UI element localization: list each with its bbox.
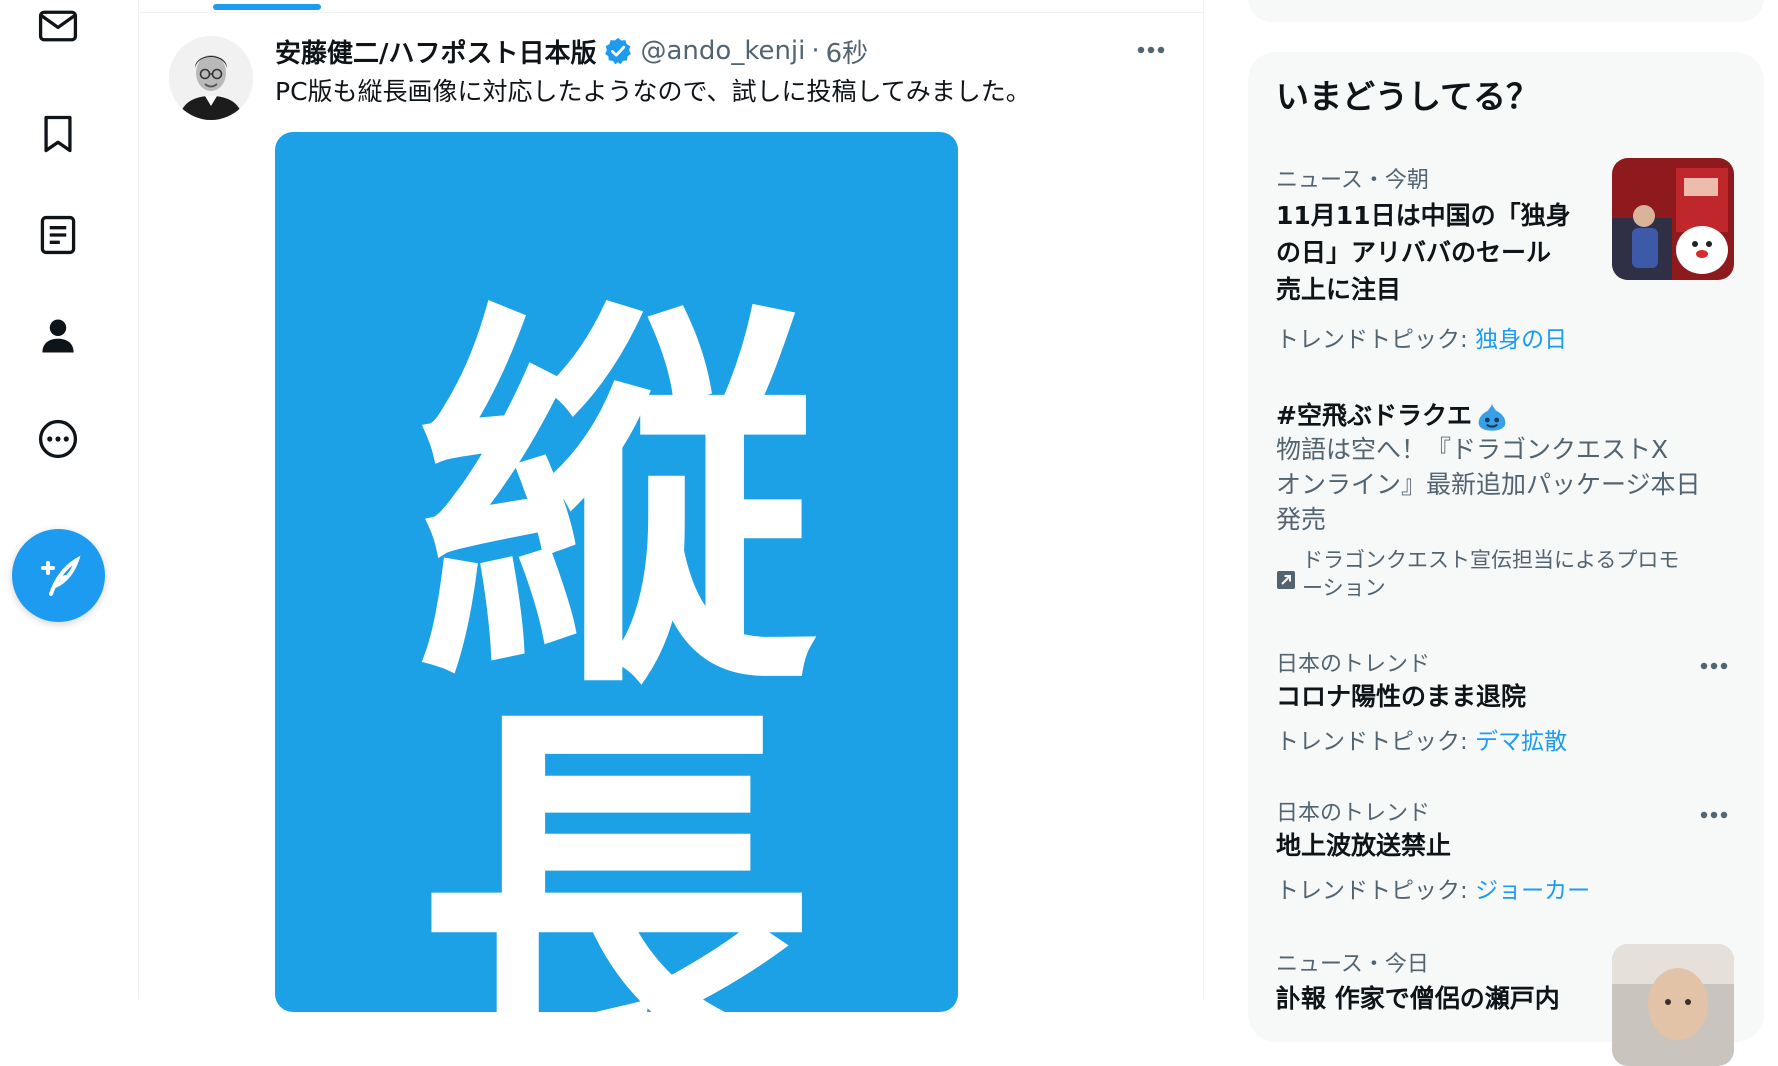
meta-separator: · <box>811 36 820 66</box>
trend-title-line: 11月11日は中国の「独身 <box>1276 201 1571 230</box>
list-icon <box>40 215 76 255</box>
author-photo <box>169 36 253 120</box>
trend-desc-line: オンライン』最新追加パッケージ本日 <box>1276 470 1701 499</box>
more-circle-icon <box>38 419 78 459</box>
trend-title: #空飛ぶドラクエ <box>1276 397 1508 434</box>
tweet-image-char-2: 長 <box>416 667 817 1012</box>
tweet-image[interactable]: 縦 長 <box>275 132 958 1012</box>
trend-more-button[interactable] <box>1694 654 1734 678</box>
verified-badge-icon <box>603 36 633 66</box>
trend-thumbnail <box>1612 158 1734 280</box>
trend-meta: ニュース・今朝 <box>1276 168 1429 193</box>
promoted-by-line: ーション <box>1302 576 1386 600</box>
left-nav <box>0 0 138 999</box>
nav-more[interactable] <box>28 409 88 469</box>
bookmark-icon <box>44 115 72 153</box>
promoted-by-line: ドラゴンクエスト宣伝担当によるプロモ <box>1302 548 1680 572</box>
mail-icon <box>38 10 78 42</box>
avatar[interactable] <box>169 36 253 120</box>
trend-topic-prefix: トレンドトピック: <box>1276 729 1468 755</box>
more-horizontal-icon <box>1700 811 1728 819</box>
tweet-image-char-1: 縦 <box>416 267 817 737</box>
trend-meta: 日本のトレンド <box>1276 801 1431 826</box>
compose-tweet-button[interactable] <box>12 529 105 622</box>
trend-title-line: 売上に注目 <box>1276 275 1402 304</box>
slime-emoji-icon <box>1478 402 1506 431</box>
trend-hashtag: #空飛ぶドラクエ <box>1276 401 1472 430</box>
promoted-icon <box>1277 571 1295 589</box>
trend-thumbnail <box>1612 944 1734 1066</box>
trend-topic-link[interactable]: デマ拡散 <box>1475 729 1567 755</box>
trend-topic-link[interactable]: ジョーカー <box>1475 878 1590 904</box>
trends-panel: いまどうしてる？ ニュース・今朝 11月11日は中国の「独身 の日」アリババのセ… <box>1248 52 1764 1066</box>
feather-plus-icon <box>40 555 81 596</box>
tweet-timestamp[interactable]: 6秒 <box>826 33 869 70</box>
person-icon <box>42 319 74 353</box>
search-panel-stub <box>1248 0 1764 22</box>
trend-topic-link[interactable]: 独身の日 <box>1475 327 1567 353</box>
trend-topic: トレンドトピック: デマ拡散 <box>1276 722 1567 756</box>
tweet-more-button[interactable] <box>1131 38 1171 62</box>
trend-desc-line: 物語は空へ！『ドラゴンクエストX <box>1276 435 1669 464</box>
trend-title: 地上波放送禁止 <box>1276 831 1452 860</box>
timeline-column: 安藤健二/ハフポスト日本版 @ando_kenji · 6秒 PC版も縦長画像に… <box>138 0 1204 1012</box>
nav-profile[interactable] <box>28 306 88 366</box>
trend-topic: トレンドトピック: ジョーカー <box>1276 871 1590 905</box>
trend-title-line: の日」アリババのセール <box>1276 238 1552 267</box>
trend-title: コロナ陽性のまま退院 <box>1276 682 1527 711</box>
nav-messages[interactable] <box>28 0 88 56</box>
trend-desc-line: 発売 <box>1276 505 1327 534</box>
more-horizontal-icon <box>1700 662 1728 670</box>
trends-title: いまどうしてる？ <box>1276 77 1540 116</box>
more-horizontal-icon <box>1137 46 1165 54</box>
trend-meta: 日本のトレンド <box>1276 652 1431 677</box>
nav-bookmarks[interactable] <box>28 104 88 164</box>
tweet-text: PC版も縦長画像に対応したようなので、試しに投稿してみました。 <box>275 77 1031 106</box>
trend-meta: ニュース・今日 <box>1276 952 1429 977</box>
trend-topic-prefix: トレンドトピック: <box>1276 327 1468 353</box>
author-name[interactable]: 安藤健二/ハフポスト日本版 <box>275 33 597 70</box>
active-tab-indicator <box>213 4 321 10</box>
tweet-header: 安藤健二/ハフポスト日本版 @ando_kenji · 6秒 <box>275 33 869 70</box>
author-handle[interactable]: @ando_kenji <box>641 36 806 66</box>
trend-topic-prefix: トレンドトピック: <box>1276 878 1468 904</box>
nav-lists[interactable] <box>28 205 88 265</box>
trend-topic: トレンドトピック: 独身の日 <box>1276 320 1567 354</box>
trend-more-button[interactable] <box>1694 803 1734 827</box>
